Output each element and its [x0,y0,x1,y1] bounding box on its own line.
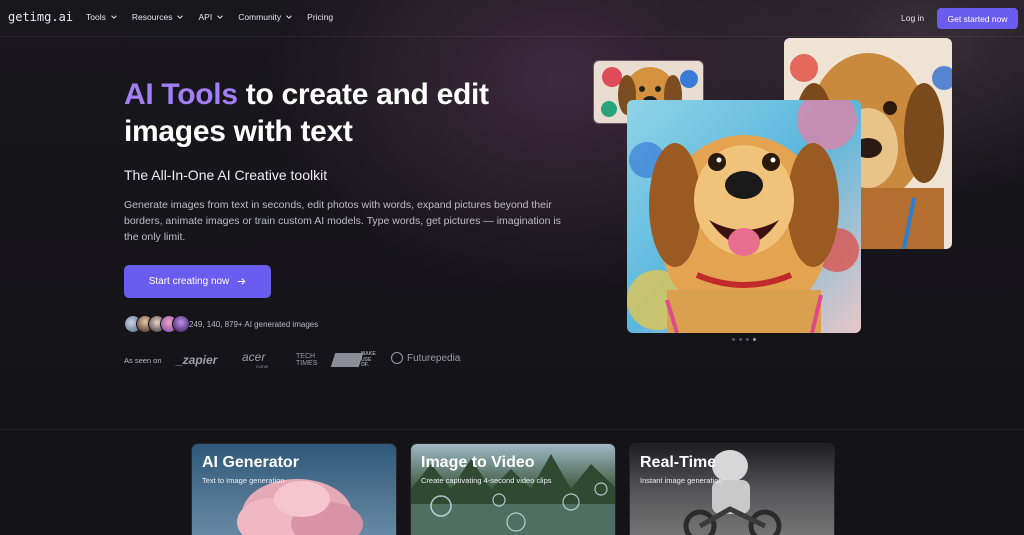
card-image-to-video-subtitle: Create captivating 4-second video clips [421,476,552,485]
carousel-dot[interactable] [739,338,742,341]
hero-subtitle: The All-In-One AI Creative toolkit [124,167,328,183]
nav-community-label: Community [238,12,282,22]
dog-painting-image-main[interactable] [627,100,861,333]
nav-tools[interactable]: Tools [86,12,118,22]
acer-logo-sub: corner [256,364,269,369]
techtimes-logo: TECH TIMES [296,353,318,367]
top-navbar: getimg.ai Tools Resources API Community … [0,0,1024,37]
card-real-time[interactable]: Real-Time Instant image generation [629,443,835,535]
nav-resources-label: Resources [131,12,173,22]
start-creating-button[interactable]: Start creating now [124,265,271,298]
futurepedia-icon [391,352,403,364]
carousel-dot-active[interactable] [753,338,756,341]
nav-community[interactable]: Community [238,12,293,22]
card-image-to-video[interactable]: Image to Video Create captivating 4-seco… [410,443,616,535]
carousel-dots [732,338,756,341]
nav-pricing-label: Pricing [307,12,334,22]
chevron-down-icon [286,15,292,19]
acer-logo: acer [242,350,266,364]
nav-pricing[interactable]: Pricing [307,12,333,22]
get-started-button[interactable]: Get started now [937,8,1018,29]
card-real-time-subtitle: Instant image generation [640,476,723,485]
carousel-dot[interactable] [746,338,749,341]
arrow-right-icon [238,278,246,285]
chevron-down-icon [111,15,117,19]
chevron-down-icon [217,15,223,19]
nav-api-label: API [198,12,213,22]
hero-title: AI Tools to create and edit images with … [124,76,564,150]
login-link[interactable]: Log in [901,13,924,23]
carousel-dot[interactable] [732,338,735,341]
card-real-time-title: Real-Time [640,454,717,471]
generated-images-count: 249, 140, 879+ AI generated images [189,320,319,329]
nav-resources[interactable]: Resources [132,12,185,22]
nav-links: Tools Resources API Community Pricing [86,12,333,22]
avatar [172,315,190,333]
makeuseof-logo-mark [330,353,364,367]
card-image-to-video-title: Image to Video [421,454,535,471]
zapier-logo: _zapier [176,353,218,367]
user-avatars [124,315,190,333]
card-ai-generator-title: AI Generator [202,454,299,471]
chevron-down-icon [177,15,184,19]
nav-api[interactable]: API [198,12,224,22]
section-divider [0,429,1024,430]
hero-description: Generate images from text in seconds, ed… [124,199,561,243]
logo[interactable]: getimg.ai [8,10,73,24]
nav-tools-label: Tools [86,12,106,22]
as-seen-on-label: As seen on [124,356,162,365]
hero-title-accent: AI Tools [124,78,238,111]
makeuseof-logo: MAKE USE OF. [361,351,376,368]
futurepedia-logo: Futurepedia [407,353,461,364]
card-ai-generator[interactable]: AI Generator Text to Image generation [191,443,397,535]
card-ai-generator-subtitle: Text to Image generation [202,476,285,485]
start-creating-label: Start creating now [148,276,230,287]
